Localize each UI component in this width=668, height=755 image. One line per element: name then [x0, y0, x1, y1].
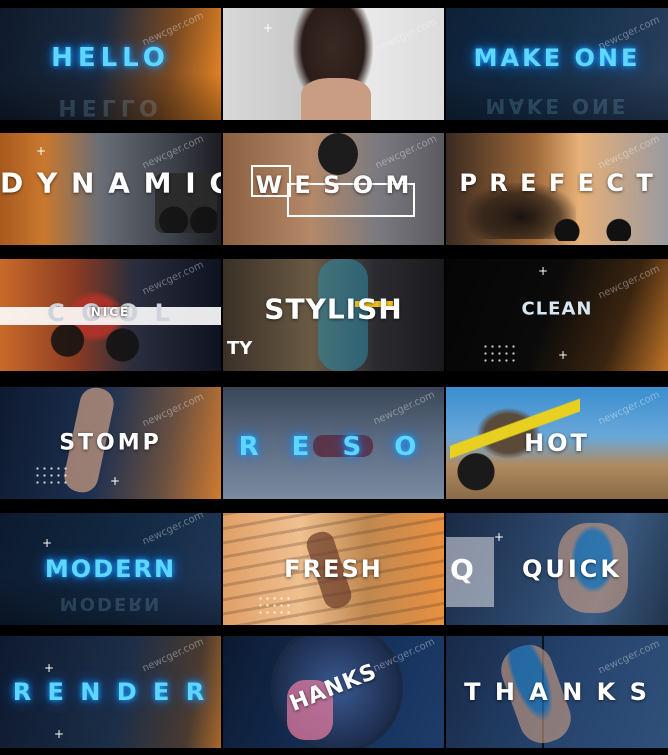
tile-quick[interactable]: QUICK Q + [446, 513, 668, 625]
tile-reflection: HELLO [58, 94, 163, 119]
prefix-letter: Q [450, 553, 474, 586]
tile-label: MODERN [44, 555, 177, 583]
tile-label: QUICK [521, 555, 623, 583]
plus-icon: + [42, 536, 53, 550]
plus-icon: + [558, 348, 569, 362]
tile-label: R E N D E R [12, 678, 209, 706]
plus-icon: + [494, 530, 505, 544]
tile-thanks[interactable]: T H A N K S newcger.com [446, 636, 668, 748]
tile-label: HELLO [51, 43, 170, 73]
tile-label: R E S O [238, 432, 429, 462]
tile-label: CLEAN [521, 298, 593, 320]
motorcycle-shape [551, 193, 631, 241]
tile-prefect[interactable]: P R E F E C T newcger.com [446, 133, 668, 245]
tile-hello[interactable]: HELLO HELLO newcger.com [0, 8, 221, 120]
tile-label: P R E F E C T [459, 169, 655, 197]
woman-shoulder-shape [301, 78, 371, 120]
dot-grid [482, 343, 516, 363]
tile-reflection: MODERN [59, 593, 162, 614]
rider-helmet-shape [318, 133, 358, 175]
tile-hot[interactable]: HOT newcger.com [446, 387, 668, 499]
tile-modern[interactable]: MODERN MODERN + newcger.com [0, 513, 221, 625]
tile-label: T H A N K S [464, 678, 650, 706]
tile-label: FRESH [284, 555, 383, 583]
tile-label: NICE [90, 305, 131, 319]
plus-icon: + [110, 474, 121, 488]
tile-thanks-circle[interactable]: HANKS newcger.com [223, 636, 444, 748]
tile-woman-photo[interactable]: + newcger.com [223, 8, 444, 120]
tile-reflection: MAKE ONE [485, 94, 629, 118]
tile-render[interactable]: R E N D E R + + newcger.com [0, 636, 221, 748]
tile-fresh[interactable]: FRESH [223, 513, 444, 625]
dot-grid [257, 595, 291, 615]
tile-label: HOT [524, 429, 590, 457]
plus-icon: + [54, 727, 65, 741]
plus-icon: + [44, 661, 55, 675]
thumbnail-grid: HELLO HELLO newcger.com + newcger.com MA… [0, 0, 668, 755]
tile-label: STYLISH [264, 292, 403, 326]
corner-text: TY [227, 338, 253, 359]
tile-stomp[interactable]: STOMP + newcger.com [0, 387, 221, 499]
tile-dynamic[interactable]: D Y N A M I C + newcger.com [0, 133, 221, 245]
tile-clean[interactable]: CLEAN + + newcger.com [446, 259, 668, 371]
tile-label: STOMP [59, 430, 162, 456]
plus-icon: + [36, 144, 47, 158]
tile-reso[interactable]: R E S O newcger.com [223, 387, 444, 499]
tile-label: W E S O M [255, 171, 412, 199]
tile-stylish[interactable]: STYLISH TY [223, 259, 444, 371]
tile-make-one[interactable]: MAKE ONE MAKE ONE newcger.com [446, 8, 668, 120]
tile-awesome[interactable]: W E S O M newcger.com [223, 133, 444, 245]
tile-label: D Y N A M I C [0, 166, 221, 200]
plus-icon: + [538, 264, 549, 278]
tile-cool[interactable]: C O O L NICE newcger.com [0, 259, 221, 371]
dot-grid [34, 465, 68, 485]
plus-icon: + [263, 21, 274, 35]
tile-label: MAKE ONE [473, 44, 641, 72]
